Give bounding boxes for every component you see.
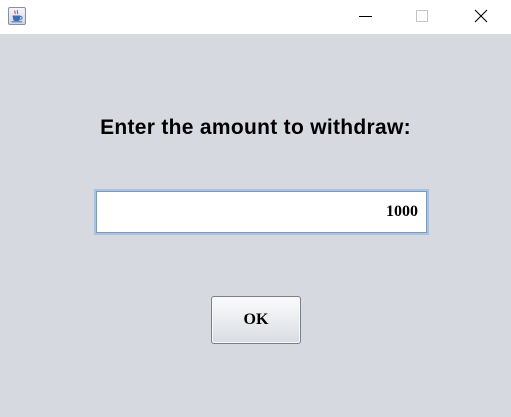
withdraw-window: Enter the amount to withdraw: OK xyxy=(0,0,511,417)
maximize-icon xyxy=(416,10,428,22)
close-icon xyxy=(474,9,488,23)
minimize-icon xyxy=(359,16,372,17)
withdraw-prompt-label: Enter the amount to withdraw: xyxy=(100,116,411,139)
minimize-button[interactable] xyxy=(336,0,394,32)
maximize-button[interactable] xyxy=(393,0,451,32)
ok-button[interactable]: OK xyxy=(211,296,301,344)
amount-input[interactable] xyxy=(94,189,429,235)
close-button[interactable] xyxy=(452,0,510,32)
title-bar[interactable] xyxy=(0,0,511,34)
java-coffee-cup-icon[interactable] xyxy=(8,7,26,25)
